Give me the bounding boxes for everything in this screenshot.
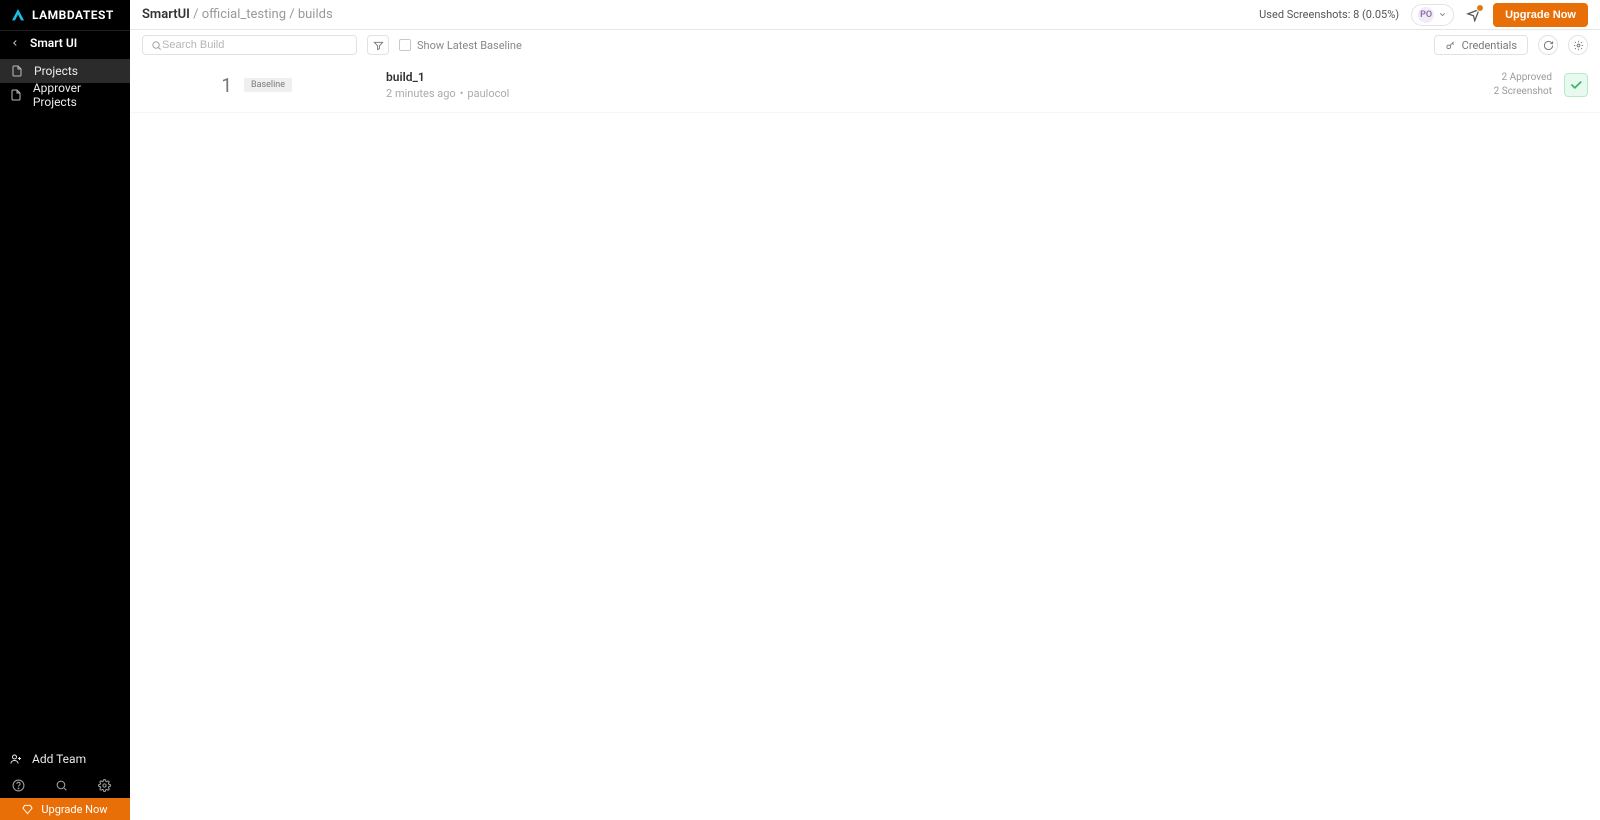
- brand-name: LAMBDATEST: [32, 8, 114, 22]
- checkbox-label: Show Latest Baseline: [417, 39, 522, 52]
- search-input[interactable]: [162, 39, 348, 51]
- user-plus-icon: [10, 753, 22, 765]
- key-icon: [1445, 40, 1456, 51]
- check-icon: [1569, 78, 1583, 92]
- sidebar: LAMBDATEST Smart UI Projects Approver Pr…: [0, 0, 130, 820]
- chevron-down-icon: [1438, 10, 1447, 19]
- toolbar: Show Latest Baseline Credentials: [130, 30, 1600, 58]
- notification-badge: [1476, 4, 1484, 12]
- refresh-icon: [1543, 40, 1554, 51]
- build-info: build_1 2 minutes ago •paulocol: [386, 70, 509, 100]
- credentials-label: Credentials: [1462, 39, 1517, 52]
- diamond-icon: [22, 804, 33, 815]
- sidebar-item-label: Projects: [34, 64, 78, 78]
- build-time: 2 minutes ago: [386, 87, 456, 100]
- add-team-label: Add Team: [32, 752, 86, 766]
- brand-logo[interactable]: LAMBDATEST: [0, 0, 130, 30]
- search-icon: [151, 40, 162, 51]
- breadcrumb-separator: /: [190, 7, 202, 22]
- filter-button[interactable]: [367, 35, 389, 55]
- gear-icon[interactable]: [98, 779, 111, 792]
- sidebar-bottom-icons: [0, 772, 130, 798]
- meta-separator: •: [460, 87, 464, 100]
- breadcrumb: SmartUI / official_testing / builds: [142, 7, 333, 22]
- breadcrumb-leaf: builds: [298, 7, 333, 22]
- build-stats: 2 Approved 2 Screenshot: [1494, 71, 1552, 99]
- sidebar-item-projects[interactable]: Projects: [0, 59, 130, 83]
- show-latest-baseline-checkbox[interactable]: Show Latest Baseline: [399, 39, 522, 52]
- notifications-button[interactable]: [1466, 7, 1481, 22]
- help-icon[interactable]: [12, 779, 25, 792]
- build-meta: 2 minutes ago •paulocol: [386, 87, 509, 100]
- breadcrumb-root[interactable]: SmartUI: [142, 7, 190, 22]
- upgrade-button[interactable]: Upgrade Now: [1493, 3, 1588, 27]
- refresh-button[interactable]: [1538, 35, 1558, 55]
- filter-icon: [373, 40, 384, 51]
- document-icon: [10, 89, 23, 101]
- sidebar-nav: Projects Approver Projects: [0, 55, 130, 107]
- avatar: PO: [1418, 7, 1434, 23]
- credentials-button[interactable]: Credentials: [1434, 35, 1528, 55]
- approved-count: 2 Approved: [1494, 71, 1552, 85]
- breadcrumb-project[interactable]: official_testing: [202, 7, 286, 22]
- search-icon[interactable]: [55, 779, 68, 792]
- usage-counter: Used Screenshots: 8 (0.05%): [1259, 8, 1399, 21]
- sidebar-item-label: Approver Projects: [33, 81, 120, 109]
- build-row[interactable]: 1 Baseline build_1 2 minutes ago •pauloco…: [130, 58, 1600, 113]
- main-content: SmartUI / official_testing / builds Used…: [130, 0, 1600, 113]
- settings-button[interactable]: [1568, 35, 1588, 55]
- sidebar-back-row[interactable]: Smart UI: [0, 30, 130, 55]
- build-index: 1: [210, 74, 232, 97]
- sidebar-upgrade-label: Upgrade Now: [41, 803, 107, 816]
- status-badge-approved: [1564, 73, 1588, 97]
- lambda-logo-icon: [10, 7, 26, 23]
- breadcrumb-separator: /: [286, 7, 298, 22]
- sidebar-title: Smart UI: [30, 36, 77, 50]
- build-author: paulocol: [467, 87, 509, 100]
- user-menu[interactable]: PO: [1411, 4, 1454, 26]
- screenshot-count: 2 Screenshot: [1494, 85, 1552, 99]
- sidebar-item-approver-projects[interactable]: Approver Projects: [0, 83, 130, 107]
- document-icon: [10, 65, 24, 77]
- build-name: build_1: [386, 70, 509, 84]
- search-field[interactable]: [142, 35, 357, 55]
- baseline-tag: Baseline: [244, 78, 292, 92]
- add-team-button[interactable]: Add Team: [0, 746, 130, 772]
- sidebar-upgrade-button[interactable]: Upgrade Now: [0, 798, 130, 820]
- top-bar: SmartUI / official_testing / builds Used…: [130, 0, 1600, 30]
- checkbox-icon: [399, 39, 411, 51]
- gear-icon: [1573, 40, 1584, 51]
- chevron-left-icon: [10, 38, 20, 48]
